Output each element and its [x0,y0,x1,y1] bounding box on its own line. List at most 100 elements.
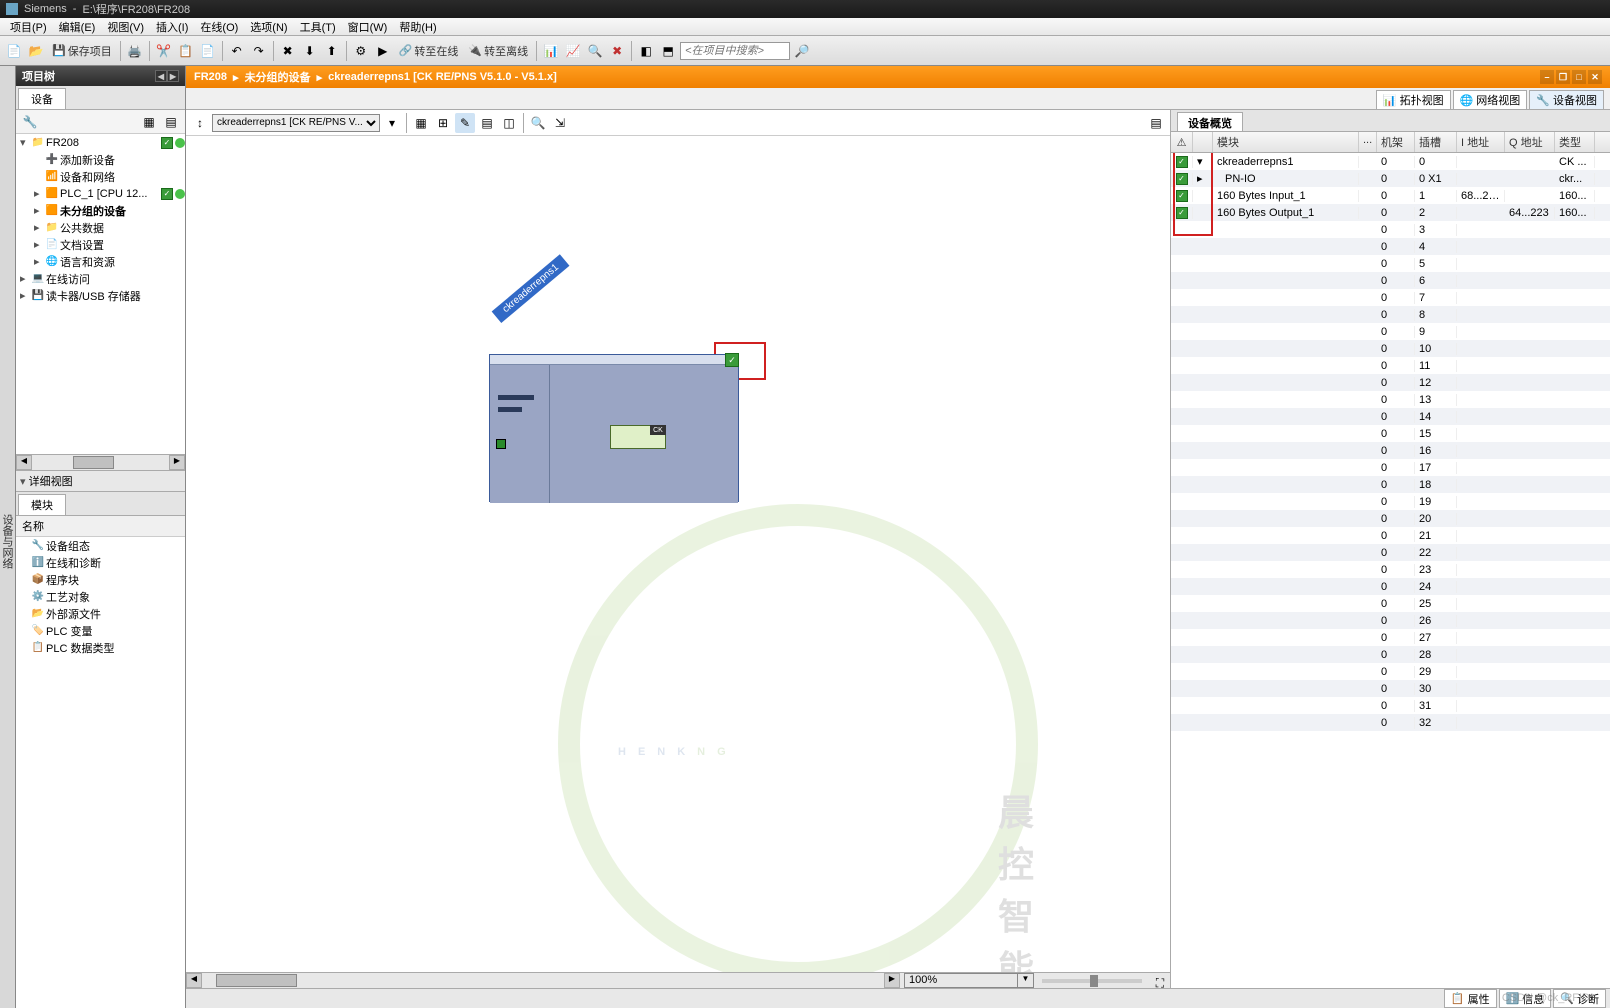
tree-expand-icon[interactable]: ▦ [139,112,159,132]
tree-scrollbar[interactable]: ◀▶ [16,454,185,470]
menu-options[interactable]: 选项(N) [244,19,293,35]
grid-row-empty[interactable]: 018 [1171,476,1610,493]
grid-row[interactable]: ✓ 160 Bytes Output_1 0 2 64...223 160... [1171,204,1610,221]
canvas-zoom-icon[interactable]: 🔍 [528,113,548,133]
menu-online[interactable]: 在线(O) [194,19,244,35]
tree-item[interactable]: 📶设备和网络 [16,168,185,185]
tab-devices[interactable]: 设备 [18,88,66,109]
grid-row-empty[interactable]: 08 [1171,306,1610,323]
menu-project[interactable]: 项目(P) [4,19,53,35]
breadcrumb-b[interactable]: 未分组的设备 [245,69,311,85]
window-max-icon[interactable]: □ [1572,70,1586,84]
detail-item[interactable]: ⚙️工艺对象 [16,588,185,605]
canvas-view-icon[interactable]: ◫ [499,113,519,133]
copy-icon[interactable]: 📋 [176,41,196,61]
tab-diagnostics[interactable]: 🔍 诊断 [1553,989,1606,1008]
grid-row[interactable]: ✓ ▾ ckreaderrepns1 0 0 CK ... [1171,153,1610,170]
window-min-icon[interactable]: – [1540,70,1554,84]
tree-item[interactable]: ▸💾读卡器/USB 存储器 [16,287,185,304]
grid-row-empty[interactable]: 011 [1171,357,1610,374]
grid-row-empty[interactable]: 023 [1171,561,1610,578]
breadcrumb-a[interactable]: FR208 [194,71,227,83]
canvas-zoom-fit-icon[interactable]: ⇲ [550,113,570,133]
detail-item[interactable]: 📂外部源文件 [16,605,185,622]
grid-row-empty[interactable]: 09 [1171,323,1610,340]
upload-icon[interactable]: ⬆ [322,41,342,61]
menu-help[interactable]: 帮助(H) [393,19,442,35]
grid-row-empty[interactable]: 05 [1171,255,1610,272]
menu-insert[interactable]: 插入(I) [150,19,194,35]
detail-item[interactable]: 🏷️PLC 变量 [16,622,185,639]
tab-network-view[interactable]: 🌐 网络视图 [1453,90,1528,109]
compile-icon[interactable]: ⚙ [351,41,371,61]
grid-row-empty[interactable]: 010 [1171,340,1610,357]
grid-row-empty[interactable]: 025 [1171,595,1610,612]
tab-module[interactable]: 模块 [18,494,66,515]
zoom-dropdown[interactable]: 100%▼ [904,973,1034,988]
go-offline-button[interactable]: 🔌 转至离线 [464,43,532,59]
tree-collapse-right-icon[interactable]: ▶ [167,70,179,82]
grid-row-empty[interactable]: 024 [1171,578,1610,595]
grid-row-empty[interactable]: 022 [1171,544,1610,561]
grid-row-empty[interactable]: 012 [1171,374,1610,391]
grid-row-empty[interactable]: 029 [1171,663,1610,680]
device-port-icon[interactable] [496,439,506,449]
grid-row-empty[interactable]: 026 [1171,612,1610,629]
tree-item[interactable]: ➕添加新设备 [16,151,185,168]
canvas-tool-2-icon[interactable]: ▾ [382,113,402,133]
breadcrumb-c[interactable]: ckreaderrepns1 [CK RE/PNS V5.1.0 - V5.1.… [328,71,557,83]
detail-item[interactable]: 📋PLC 数据类型 [16,639,185,656]
device-chip[interactable]: CK [610,425,666,449]
tb-icon-1[interactable]: 📊 [541,41,561,61]
tree-root[interactable]: ▾📁FR208 ✓ [16,134,185,151]
grid-row-empty[interactable]: 07 [1171,289,1610,306]
project-search-input[interactable] [680,42,790,60]
project-tree[interactable]: ▾📁FR208 ✓ ➕添加新设备📶设备和网络▸🟧PLC_1 [CPU 12...… [16,134,185,454]
tree-item[interactable]: ▸🟧PLC_1 [CPU 12...✓ [16,185,185,202]
cut-icon[interactable]: ✂️ [154,41,174,61]
canvas-tool-1-icon[interactable]: ↕ [190,113,210,133]
grid-row-empty[interactable]: 030 [1171,680,1610,697]
device-canvas[interactable]: HENKNG 晨 控 智 能 ® ckreaderrepns1 ✓ [186,136,1170,972]
delete-icon[interactable]: ✖ [278,41,298,61]
col-qaddr[interactable]: Q 地址 [1505,132,1555,152]
window-close-icon[interactable]: ✕ [1588,70,1602,84]
tree-item[interactable]: ▸🌐语言和资源 [16,253,185,270]
tab-device-overview[interactable]: 设备概览 [1177,112,1243,131]
tree-collapse-left-icon[interactable]: ◀ [155,70,167,82]
device-slot-right[interactable]: CK [550,365,738,503]
col-slot[interactable]: 插槽 [1415,132,1457,152]
grid-row-empty[interactable]: 013 [1171,391,1610,408]
tb-close-icon[interactable]: ✖ [607,41,627,61]
grid-row-empty[interactable]: 017 [1171,459,1610,476]
search-go-icon[interactable]: 🔎 [792,41,812,61]
canvas-sidebar-icon[interactable]: ▤ [1146,113,1166,133]
detail-view-header[interactable]: 详细视图 [16,470,185,492]
canvas-edit-icon[interactable]: ✎ [455,113,475,133]
grid-row-empty[interactable]: 015 [1171,425,1610,442]
detail-item[interactable]: 📦程序块 [16,571,185,588]
grid-row-empty[interactable]: 04 [1171,238,1610,255]
tb-icon-2[interactable]: 📈 [563,41,583,61]
tree-item[interactable]: ▸🟧未分组的设备 [16,202,185,219]
grid-row-empty[interactable]: 019 [1171,493,1610,510]
tree-columns-icon[interactable]: ▤ [161,112,181,132]
overview-grid[interactable]: ⚠ 模块 ... 机架 插槽 I 地址 Q 地址 类型 ✓ ▾ ckreader… [1171,132,1610,988]
grid-row-empty[interactable]: 016 [1171,442,1610,459]
col-type[interactable]: 类型 [1555,132,1595,152]
grid-row-empty[interactable]: 028 [1171,646,1610,663]
redo-icon[interactable]: ↷ [249,41,269,61]
grid-row-empty[interactable]: 03 [1171,221,1610,238]
grid-row-empty[interactable]: 06 [1171,272,1610,289]
canvas-table-icon[interactable]: ▤ [477,113,497,133]
col-iaddr[interactable]: I 地址 [1457,132,1505,152]
tree-item[interactable]: ▸💻在线访问 [16,270,185,287]
menu-window[interactable]: 窗口(W) [342,19,394,35]
save-project-button[interactable]: 💾 保存项目 [48,43,116,59]
detail-tree[interactable]: 🔧设备组态ℹ️在线和诊断📦程序块⚙️工艺对象📂外部源文件🏷️PLC 变量📋PLC… [16,537,185,1008]
grid-row-empty[interactable]: 032 [1171,714,1610,731]
open-project-icon[interactable]: 📂 [26,41,46,61]
grid-row-empty[interactable]: 027 [1171,629,1610,646]
canvas-grid-icon[interactable]: ⊞ [433,113,453,133]
canvas-scrollbar[interactable]: ◀▶ 100%▼ ⛶ [186,972,1170,988]
